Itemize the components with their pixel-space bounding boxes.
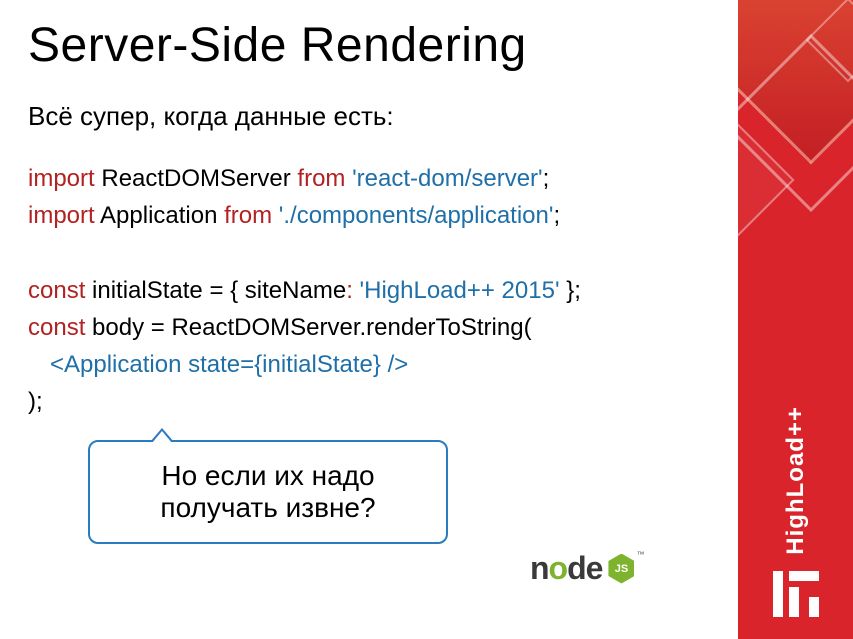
code-punc: ); — [28, 388, 43, 415]
jsx-tag: <Application state={initialState} /> — [50, 351, 408, 378]
node-logo-text: node — [530, 550, 602, 587]
callout-text: Но если их надо получать извне? — [104, 460, 432, 524]
pattern-square — [738, 123, 795, 236]
pattern-square — [806, 0, 853, 82]
trademark: ™ — [636, 550, 644, 559]
keyword-const: const — [28, 277, 85, 304]
slide: Server-Side Rendering Всё супер, когда д… — [0, 0, 853, 639]
code-punc: }; — [560, 277, 581, 304]
slide-title: Server-Side Rendering — [28, 18, 708, 73]
string-literal: 'react-dom/server' — [345, 165, 542, 192]
code-punc: ; — [543, 165, 550, 192]
code-line-5: <Application state={initialState} /> — [28, 346, 708, 383]
keyword-from: from — [224, 202, 272, 229]
code-line-3: const initialState = { siteName: 'HighLo… — [28, 272, 708, 309]
code-ident: initialState = { siteName — [85, 277, 346, 304]
code-colon: : — [346, 277, 353, 304]
sidebar: HighLoad++ — [738, 0, 853, 639]
nodejs-logo: node JS ™ — [530, 550, 634, 587]
brand-mark-icon — [773, 571, 819, 617]
slide-subtitle: Всё супер, когда данные есть: — [28, 101, 708, 132]
hex-icon: JS — [608, 554, 634, 584]
code-ident: Application — [95, 202, 224, 229]
string-literal: './components/application' — [272, 202, 553, 229]
code-punc: ; — [553, 202, 560, 229]
code-blank-line — [28, 234, 708, 271]
content-area: Server-Side Rendering Всё супер, когда д… — [28, 18, 708, 420]
keyword-const: const — [28, 314, 85, 341]
decorative-pattern — [738, 0, 853, 300]
keyword-import: import — [28, 165, 95, 192]
code-line-4: const body = ReactDOMServer.renderToStri… — [28, 309, 708, 346]
code-ident: body = ReactDOMServer.renderToString( — [85, 314, 531, 341]
brand-text: HighLoad++ — [782, 406, 810, 555]
code-line-2: import Application from './components/ap… — [28, 197, 708, 234]
keyword-import: import — [28, 202, 95, 229]
string-literal: 'HighLoad++ 2015' — [353, 277, 560, 304]
code-line-6: ); — [28, 383, 708, 420]
code-ident: ReactDOMServer — [95, 165, 298, 192]
code-line-1: import ReactDOMServer from 'react-dom/se… — [28, 160, 708, 197]
node-hex-icon: JS ™ — [608, 554, 634, 584]
callout-bubble: Но если их надо получать извне? — [88, 440, 448, 544]
keyword-from: from — [297, 165, 345, 192]
sidebar-brand: HighLoad++ — [738, 406, 853, 617]
code-block: import ReactDOMServer from 'react-dom/se… — [28, 160, 708, 420]
